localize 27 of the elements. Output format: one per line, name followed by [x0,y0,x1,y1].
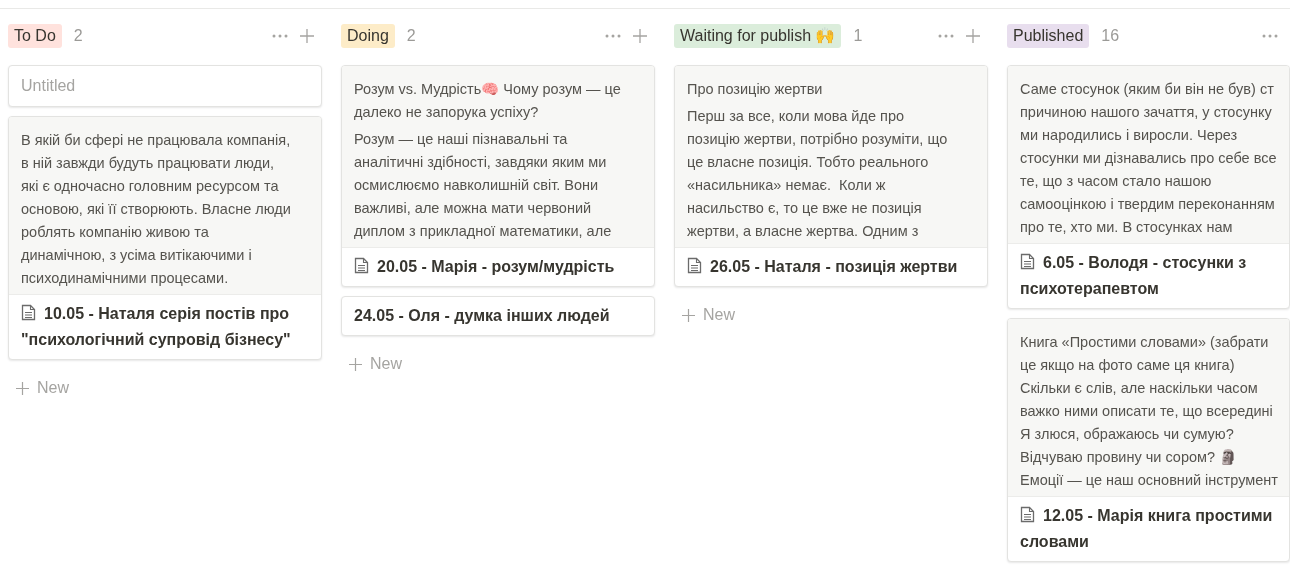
status-tag: Doing [341,24,395,48]
preview-text: Про позицію жертви [687,80,824,99]
card-count: 16 [1101,26,1120,46]
new-button[interactable]: New [349,352,402,376]
card-title: 20.05 - Марія - розум/мудрість [354,254,642,280]
card-count: 1 [853,26,863,46]
status-tag: Published [1007,24,1090,48]
card-title: 26.05 - Наталя - позиція жертви [687,254,975,280]
card-title: 6.05 - Володя - стосунки з психотерапевтом [1020,252,1248,299]
preview-text: Розум vs. Мудрість🧠 Чому розум — це далеко не запорука успіху? [354,80,622,122]
status-tag: Waiting for publish 🙌 [674,24,842,48]
preview-text: Саме стосунок (яким би він не був) ст причиною нашого зачаття, у стосунку ми народились і виросли. Через стосунки ми дізнавались про себе все те, що з часом стало нашою самооцінкою і твердим переконанням про те, хто ми. В стосунках нам [1020,80,1277,237]
preview-text: В якій би сфері не працювала компанія, в ній завжди будуть працювати люди, які є одночасно головним ресурсом та основою, які її створюють. Власне люди роблять компанію живою та динамічною, з усіма витікаючими і психодинамічними процесами. [21,131,292,288]
new-button[interactable]: New [682,303,735,327]
card-title: Untitled [21,76,77,96]
card-count: 2 [406,26,416,46]
card-title: 12.05 - Марія книга простими словами [1020,505,1274,552]
preview-text: Книга «Простими словами» (забрати це якщо на фото саме ця книга) Скільки є слів, але наскільки часом важко ними описати те, що всередині Я злюся, ображаюсь чи сумую? Відчуваю провину чи сором? 🗿 Емоції — це наш основний інструмент [1020,333,1277,490]
card[interactable]: Untitled [8,65,322,107]
new-button[interactable]: New [16,376,69,400]
card-title: 10.05 - Наталя серія постів про "психологічний супровід бізнесу" [21,303,292,350]
preview-text: Перш за все, коли мова йде про позицію жертви, потрібно розуміти, що це власне позиція. Тобто реального «насильника» немає. Коли ж насильство є, то це вже не позиція жертви, а власне жертва. Одним з [687,107,949,241]
card-title: 24.05 - Оля - думка інших людей [354,306,611,326]
status-tag: To Do [8,24,62,48]
card-count: 2 [73,26,83,46]
card[interactable]: 24.05 - Оля - думка інших людей [341,296,655,336]
preview-text: Розум — це наші пізнавальні та аналітичні здібності, завдяки яким ми осмислюємо навколишній світ. Вони важливі, але можна мати червоний диплом з прикладної математики, але [354,130,613,241]
